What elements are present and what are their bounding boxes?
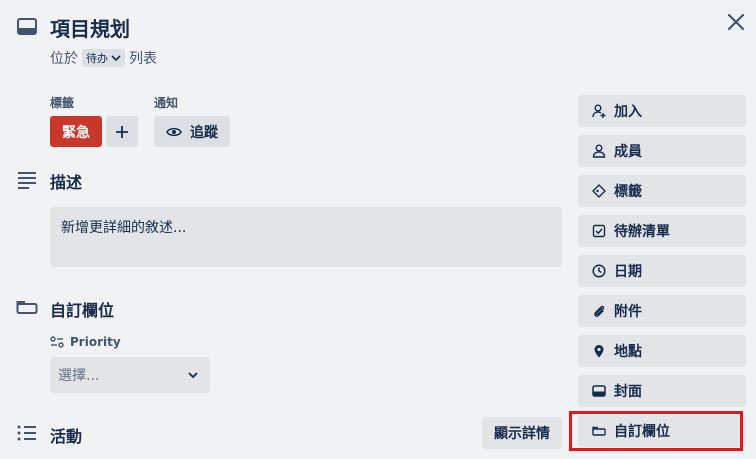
highlight-box [569,411,743,451]
plus-icon [116,125,128,138]
card-title[interactable]: 項目規划 [50,13,130,42]
cover-icon [592,385,606,397]
show-details-button[interactable]: 顯示詳情 [482,417,562,449]
sidebar-checklist-button[interactable]: 待辦清單 [578,215,746,247]
custom-field-type-icon [50,336,64,348]
member-icon [592,144,606,158]
sidebar-item-label: 附件 [614,304,642,320]
sidebar-item-label: 日期 [614,264,642,280]
description-input[interactable]: 新增更詳細的敘述... [50,207,562,267]
checklist-icon [592,224,606,238]
priority-select-value: 選擇... [58,368,100,384]
activity-heading: 活動 [50,427,83,446]
sidebar-members-button[interactable]: 成員 [578,135,746,167]
labels-heading: 標籤 [50,96,75,110]
list-name: 待办 [86,52,108,65]
label-icon [592,184,606,198]
notifications-heading: 通知 [154,96,179,110]
sidebar-labels-button[interactable]: 標籤 [578,175,746,207]
custom-fields-heading: 自訂欄位 [50,301,115,320]
priority-field-label: Priority [50,335,121,349]
sidebar-item-label: 標籤 [614,184,642,200]
sidebar-item-label: 成員 [614,144,642,160]
sidebar-location-button[interactable]: 地點 [578,335,746,367]
sidebar-item-label: 加入 [614,104,642,120]
sidebar-cover-button[interactable]: 封面 [578,375,746,407]
priority-field-name: Priority [70,335,121,349]
chevron-down-icon [188,372,198,379]
sidebar-attachment-button[interactable]: 附件 [578,295,746,327]
list-prefix: 位於 [50,51,78,67]
sidebar-item-label: 待辦清單 [614,224,670,240]
watch-label: 追蹤 [190,124,218,141]
location-pin-icon [594,345,604,358]
custom-fields-icon [16,297,38,319]
label-chip-urgent[interactable]: 緊急 [50,116,102,147]
sidebar-join-button[interactable]: 加入 [578,95,746,127]
paperclip-icon [594,305,605,317]
sidebar-item-label: 地點 [614,344,642,360]
watch-button[interactable]: 追蹤 [154,116,230,147]
sidebar-item-label: 封面 [614,384,642,400]
activity-icon [16,423,38,445]
list-location: 位於 待办 列表 [50,48,157,68]
clock-icon [592,264,606,278]
add-member-icon [592,104,606,118]
description-heading: 描述 [50,173,83,192]
priority-select[interactable]: 選擇... [50,357,210,393]
eye-icon [166,127,182,136]
chevron-down-icon [111,55,121,62]
list-selector[interactable]: 待办 [82,49,125,67]
close-icon[interactable] [724,10,748,34]
card-icon [16,16,38,38]
sidebar-dates-button[interactable]: 日期 [578,255,746,287]
description-icon [16,168,38,190]
add-label-button[interactable] [106,116,138,147]
list-suffix: 列表 [129,51,157,67]
